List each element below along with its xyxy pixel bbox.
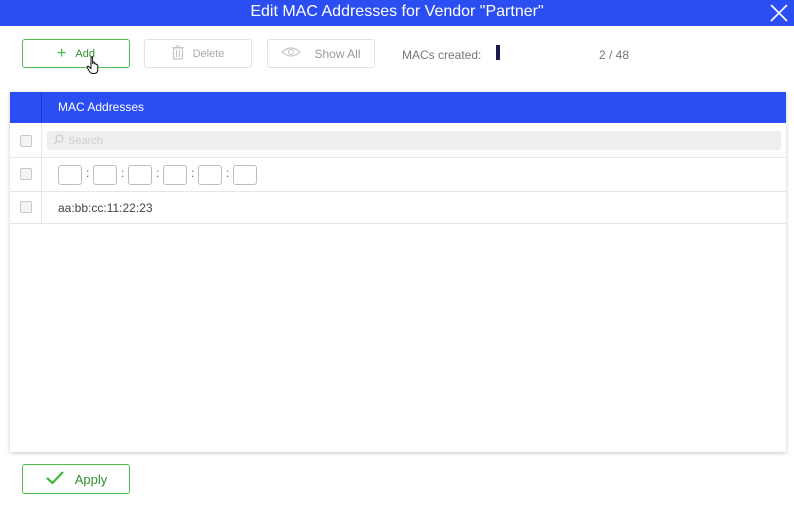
new-row-checkbox[interactable] — [20, 168, 32, 180]
table-row[interactable]: aa:bb:cc:11:22:23 — [10, 192, 786, 224]
add-button[interactable]: + Add — [22, 39, 130, 68]
search-row — [10, 123, 786, 158]
hand-cursor-icon — [86, 56, 103, 80]
show-all-button[interactable]: Show All — [267, 39, 375, 68]
close-icon[interactable] — [769, 3, 789, 23]
mac-octet-input-5[interactable] — [198, 165, 222, 185]
plus-icon: + — [57, 44, 67, 62]
search-box[interactable] — [47, 131, 781, 150]
octet-separator: : — [121, 166, 125, 180]
mac-octet-input-4[interactable] — [163, 165, 187, 185]
mac-octet-input-2[interactable] — [93, 165, 117, 185]
show-all-button-label: Show All — [314, 46, 361, 61]
table-header: MAC Addresses — [10, 92, 786, 123]
checkmark-icon — [45, 470, 75, 488]
macs-created-counter: 2 / 48 — [599, 48, 630, 62]
search-icon — [53, 132, 64, 150]
apply-button[interactable]: Apply — [22, 464, 130, 494]
octet-separator: : — [226, 166, 230, 180]
header-divider — [41, 92, 42, 123]
mac-table: MAC Addresses : : : : : aa:bb:cc:11:22:2… — [10, 92, 786, 452]
octet-separator: : — [156, 166, 160, 180]
apply-button-label: Apply — [74, 471, 108, 487]
delete-button-label: Delete — [192, 47, 225, 60]
search-input[interactable] — [68, 134, 768, 147]
macs-created-label: MACs created: — [402, 48, 482, 62]
dialog-title: Edit MAC Addresses for Vendor "Partner" — [250, 3, 544, 20]
octet-separator: : — [86, 166, 90, 180]
delete-button[interactable]: Delete — [144, 39, 252, 68]
select-all-checkbox[interactable] — [20, 135, 32, 147]
new-mac-row: : : : : : — [10, 158, 786, 192]
mac-octet-input-1[interactable] — [58, 165, 82, 185]
mac-octet-input-3[interactable] — [128, 165, 152, 185]
macs-created-progress — [496, 45, 500, 60]
mac-address-value: aa:bb:cc:11:22:23 — [58, 201, 153, 215]
mac-octet-input-6[interactable] — [233, 165, 257, 185]
octet-separator: : — [191, 166, 195, 180]
dialog-titlebar: Edit MAC Addresses for Vendor "Partner" — [0, 0, 794, 26]
column-header-mac-addresses: MAC Addresses — [58, 100, 145, 114]
eye-icon — [281, 46, 314, 61]
row-checkbox[interactable] — [20, 201, 32, 213]
trash-icon — [172, 44, 193, 63]
